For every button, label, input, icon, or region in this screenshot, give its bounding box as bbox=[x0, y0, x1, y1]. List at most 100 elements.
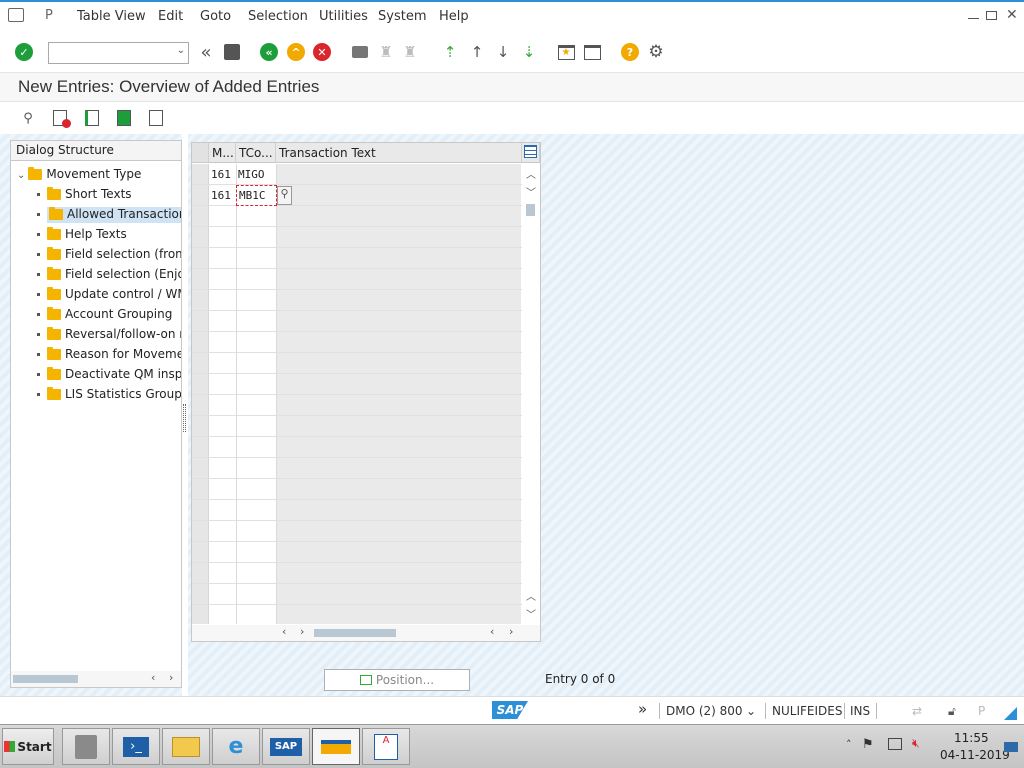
scroll-down-icon[interactable]: ﹀ bbox=[526, 184, 536, 199]
column-header-mvt[interactable]: M... bbox=[209, 143, 236, 163]
tree-item-update-control[interactable]: Update control / WM bbox=[37, 287, 181, 307]
folder-icon bbox=[47, 287, 61, 300]
chevron-down-icon[interactable]: ⌄ bbox=[746, 704, 756, 718]
menu-goto[interactable]: Goto bbox=[200, 9, 231, 24]
tcode-cell[interactable]: MIGO bbox=[238, 168, 265, 181]
menu-system[interactable]: System bbox=[378, 9, 426, 24]
folder-icon bbox=[47, 387, 61, 400]
select-all-cell[interactable] bbox=[192, 143, 209, 163]
speaker-muted-icon[interactable]: 🔇︎ bbox=[912, 736, 920, 751]
scroll-left-icon[interactable]: ‹ bbox=[282, 625, 286, 638]
column-header-transaction-text[interactable]: Transaction Text bbox=[276, 143, 522, 163]
scroll-right-icon[interactable]: › bbox=[509, 625, 513, 638]
gear-icon[interactable]: ⚙ bbox=[646, 42, 666, 62]
chevron-up-icon[interactable]: ˄ bbox=[846, 738, 852, 751]
tree-item-reason-for-movement[interactable]: Reason for Movemen bbox=[37, 347, 181, 367]
back-icon[interactable]: « bbox=[259, 42, 279, 62]
scroll-down-icon[interactable]: ﹀ bbox=[526, 606, 536, 621]
document-icon[interactable]: A bbox=[362, 728, 410, 765]
mvt-cell[interactable]: 161 bbox=[211, 189, 231, 202]
enter-check-icon[interactable]: ✓ bbox=[14, 42, 34, 62]
explorer-icon[interactable] bbox=[162, 728, 210, 765]
position-button[interactable]: Position... bbox=[324, 669, 470, 691]
tree-root-movement-type[interactable]: ⌄ Movement Type bbox=[17, 167, 141, 187]
tree-item-help-texts[interactable]: Help Texts bbox=[37, 227, 181, 247]
start-button[interactable]: Start bbox=[2, 728, 54, 765]
tree-item-deactivate-qm[interactable]: Deactivate QM inspec bbox=[37, 367, 181, 387]
create-session-icon[interactable]: ★ bbox=[556, 42, 576, 62]
restore-icon[interactable] bbox=[986, 11, 997, 20]
internet-explorer-icon[interactable]: e bbox=[212, 728, 260, 765]
resize-grip-icon[interactable] bbox=[1004, 707, 1017, 720]
table-settings-icon[interactable] bbox=[522, 143, 540, 163]
delete-row-icon[interactable] bbox=[50, 108, 71, 128]
mvt-cell[interactable]: 161 bbox=[211, 168, 231, 181]
tree-item-allowed-transactions[interactable]: Allowed Transactions bbox=[37, 207, 181, 227]
panel-splitter[interactable] bbox=[182, 134, 188, 696]
network-icon[interactable] bbox=[888, 738, 902, 750]
tree-item-field-selection-from[interactable]: Field selection (from 2 bbox=[37, 247, 181, 267]
chevron-down-icon[interactable]: ⌄ bbox=[177, 45, 185, 56]
select-all-icon[interactable] bbox=[82, 108, 102, 128]
show-desktop-icon[interactable] bbox=[1004, 742, 1018, 752]
previous-page-icon[interactable]: ↑ bbox=[467, 42, 487, 62]
scroll-up-icon[interactable]: ︿ bbox=[526, 166, 536, 181]
powershell-icon[interactable]: ›_ bbox=[112, 728, 160, 765]
print-icon[interactable] bbox=[350, 42, 370, 62]
clock-time[interactable]: 11:55 bbox=[954, 731, 989, 745]
sap-gui-window-icon[interactable] bbox=[312, 728, 360, 765]
scroll-left-icon[interactable]: ‹ bbox=[151, 671, 155, 684]
minimize-icon[interactable] bbox=[968, 18, 979, 19]
column-header-tcode[interactable]: TCo... bbox=[236, 143, 276, 163]
display-change-icon[interactable]: ⚲ bbox=[18, 108, 38, 128]
sap-logon-icon[interactable]: SAP bbox=[262, 728, 310, 765]
deselect-all-icon[interactable] bbox=[146, 108, 166, 128]
search-help-icon[interactable]: ⚲ bbox=[277, 186, 292, 205]
tree-item-label: Help Texts bbox=[65, 227, 127, 241]
tree-item-reversal[interactable]: Reversal/follow-on mo bbox=[37, 327, 181, 347]
customize-icon[interactable]: P bbox=[45, 8, 53, 23]
menu-help[interactable]: Help bbox=[439, 9, 469, 24]
tree-item-field-selection-enjoy[interactable]: Field selection (Enjoy bbox=[37, 267, 181, 287]
menu-table-view[interactable]: Table View bbox=[77, 9, 146, 24]
select-block-icon[interactable] bbox=[114, 108, 134, 128]
scroll-right-icon[interactable]: › bbox=[300, 625, 304, 638]
scroll-thumb[interactable] bbox=[526, 204, 535, 216]
scroll-left-icon[interactable]: ‹ bbox=[490, 625, 494, 638]
flag-icon[interactable]: ⚑ bbox=[862, 737, 874, 752]
table-hscrollbar[interactable]: ‹ › ‹ › bbox=[192, 625, 540, 641]
menu-utilities[interactable]: Utilities bbox=[319, 9, 368, 24]
exit-icon[interactable]: ^ bbox=[286, 42, 306, 62]
table-vscrollbar[interactable]: ︿ ﹀ ︿ ﹀ bbox=[522, 164, 540, 624]
scroll-up-icon[interactable]: ︿ bbox=[526, 588, 536, 603]
scroll-thumb[interactable] bbox=[314, 629, 396, 637]
menu-edit[interactable]: Edit bbox=[158, 9, 183, 24]
last-page-icon[interactable]: ⇣ bbox=[519, 42, 539, 62]
print-status-icon: P bbox=[978, 704, 986, 718]
find-next-icon[interactable]: ♜ bbox=[400, 42, 420, 62]
tree-item-short-texts[interactable]: Short Texts bbox=[37, 187, 181, 207]
status-bar: SAP » DMO (2) 800 ⌄ NULIFEIDES INS ⇄ 🔓︎ … bbox=[0, 696, 1024, 724]
cancel-icon[interactable]: ✕ bbox=[312, 42, 332, 62]
server-manager-icon[interactable] bbox=[62, 728, 110, 765]
command-field[interactable]: ⌄ bbox=[48, 42, 189, 64]
first-page-icon[interactable]: ⇡ bbox=[440, 42, 460, 62]
tree-item-account-grouping[interactable]: Account Grouping bbox=[37, 307, 181, 327]
tree-hscrollbar[interactable]: ‹ › bbox=[11, 671, 181, 687]
tree-item-lis-statistics[interactable]: LIS Statistics Group bbox=[37, 387, 181, 407]
find-icon[interactable]: ♜ bbox=[376, 42, 396, 62]
menu-selection[interactable]: Selection bbox=[248, 9, 308, 24]
next-page-icon[interactable]: ↓ bbox=[493, 42, 513, 62]
expand-status-icon[interactable]: » bbox=[638, 700, 647, 718]
close-icon[interactable]: ✕ bbox=[1006, 7, 1018, 23]
back-double-icon[interactable]: « bbox=[196, 42, 216, 63]
shortcut-icon[interactable] bbox=[582, 42, 602, 62]
clock-date[interactable]: 04-11-2019 bbox=[940, 748, 1010, 762]
chevron-down-icon[interactable]: ⌄ bbox=[17, 170, 25, 181]
scroll-thumb[interactable] bbox=[13, 675, 78, 683]
scroll-right-icon[interactable]: › bbox=[169, 671, 173, 684]
tcode-input[interactable]: MB1C bbox=[236, 185, 277, 206]
save-icon[interactable] bbox=[222, 42, 242, 62]
help-icon[interactable]: ? bbox=[620, 42, 640, 62]
menu-icon[interactable] bbox=[8, 8, 24, 22]
